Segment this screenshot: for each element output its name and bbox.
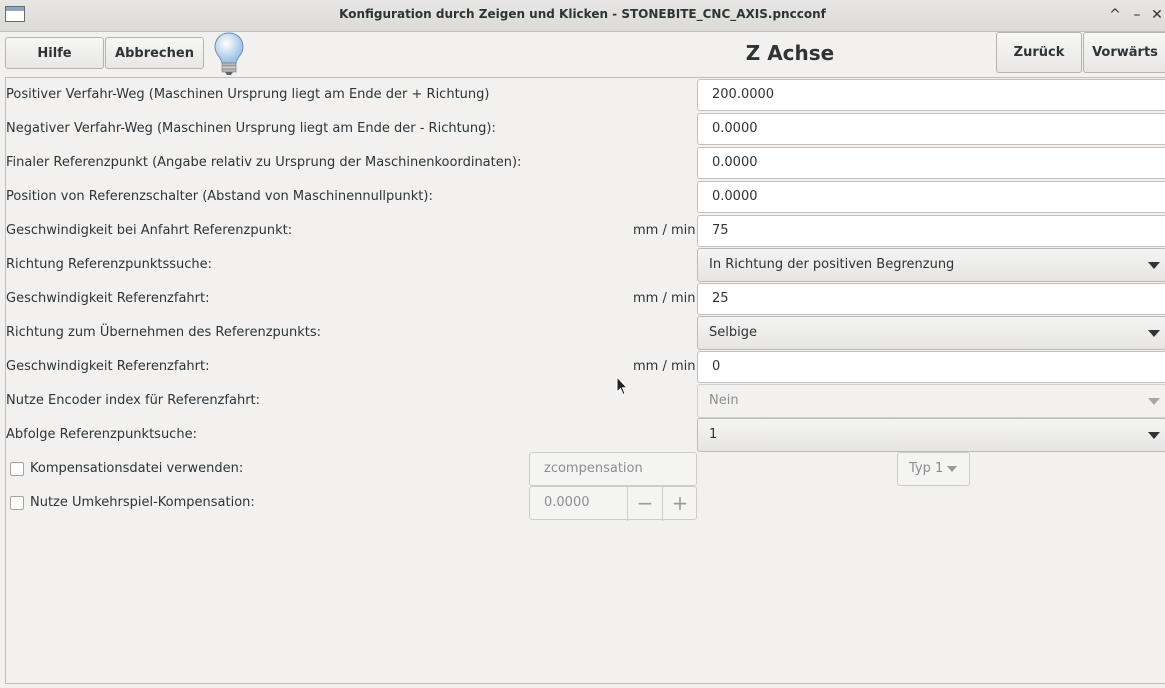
maximize-icon[interactable]: ^ (1107, 6, 1123, 24)
use-index-combo: Nein (697, 384, 1165, 418)
final-velocity-unit: mm / min (633, 359, 696, 374)
latch-direction-value: Selbige (709, 325, 757, 340)
use-index-value: Nein (709, 393, 739, 408)
search-direction-value: In Richtung der positiven Begrenzung (709, 257, 955, 272)
home-sequence-label: Abfolge Referenzpunktsuche: (6, 427, 197, 442)
comp-file-input: zcompensation (529, 452, 697, 486)
close-icon[interactable]: ✕ (1149, 6, 1165, 24)
window-title: Konfiguration durch Zeigen und Klicken -… (339, 7, 826, 21)
backlash-checkbox[interactable] (10, 496, 24, 510)
chevron-down-icon (1148, 398, 1160, 405)
chevron-down-icon (1148, 262, 1160, 269)
final-velocity-input[interactable]: 0 (697, 351, 1165, 383)
comp-type-combo: Typ 1 (897, 452, 970, 486)
chevron-down-icon (1148, 330, 1160, 337)
chevron-down-icon (1148, 432, 1160, 439)
latch-velocity-label: Geschwindigkeit Referenzfahrt: (6, 291, 210, 306)
minimize-icon[interactable]: – (1129, 6, 1145, 24)
comp-type-value: Typ 1 (909, 461, 944, 476)
search-direction-label: Richtung Referenzpunktssuche: (6, 257, 213, 272)
search-velocity-label: Geschwindigkeit bei Anfahrt Referenzpunk… (6, 223, 293, 238)
search-velocity-input[interactable]: 75 (697, 215, 1165, 247)
neg-travel-label: Negativer Verfahr-Weg (Maschinen Ursprun… (6, 121, 496, 136)
home-switch-label: Position von Referenzschalter (Abstand v… (6, 189, 433, 204)
chevron-down-icon (947, 466, 957, 472)
page-title: Z Achse (745, 41, 835, 65)
latch-velocity-input[interactable]: 25 (697, 283, 1165, 315)
pos-travel-label: Positiver Verfahr-Weg (Maschinen Ursprun… (6, 87, 490, 102)
help-button[interactable]: Hilfe (5, 37, 104, 69)
search-direction-combo[interactable]: In Richtung der positiven Begrenzung (697, 248, 1165, 282)
comp-file-checkbox[interactable] (10, 462, 24, 476)
final-home-input[interactable]: 0.0000 (697, 147, 1165, 179)
home-sequence-combo[interactable]: 1 (697, 418, 1165, 452)
back-button[interactable]: Zurück (996, 32, 1082, 73)
backlash-value: 0.0000 (544, 495, 590, 510)
home-sequence-value: 1 (709, 427, 718, 442)
minus-icon: − (627, 487, 662, 521)
latch-direction-label: Richtung zum Übernehmen des Referenzpunk… (6, 325, 322, 340)
comp-file-label: Kompensationsdatei verwenden: (30, 461, 244, 476)
final-velocity-label: Geschwindigkeit Referenzfahrt: (6, 359, 210, 374)
home-switch-input[interactable]: 0.0000 (697, 181, 1165, 213)
latch-velocity-unit: mm / min (633, 291, 696, 306)
final-home-label: Finaler Referenzpunkt (Angabe relativ zu… (6, 155, 522, 170)
use-index-label: Nutze Encoder index für Referenzfahrt: (6, 393, 261, 408)
lightbulb-icon (214, 32, 244, 75)
latch-direction-combo[interactable]: Selbige (697, 316, 1165, 350)
plus-icon: + (662, 487, 697, 521)
pos-travel-input[interactable]: 200.0000 (697, 79, 1165, 111)
backlash-spinbutton: 0.0000 − + (529, 486, 697, 521)
cancel-button[interactable]: Abbrechen (105, 37, 204, 69)
backlash-label: Nutze Umkehrspiel-Kompensation: (30, 495, 255, 510)
mouse-pointer-icon (616, 376, 628, 396)
forward-button[interactable]: Vorwärts (1083, 32, 1165, 73)
title-bar: Konfiguration durch Zeigen und Klicken -… (0, 0, 1165, 32)
neg-travel-input[interactable]: 0.0000 (697, 113, 1165, 145)
search-velocity-unit: mm / min (633, 223, 696, 238)
